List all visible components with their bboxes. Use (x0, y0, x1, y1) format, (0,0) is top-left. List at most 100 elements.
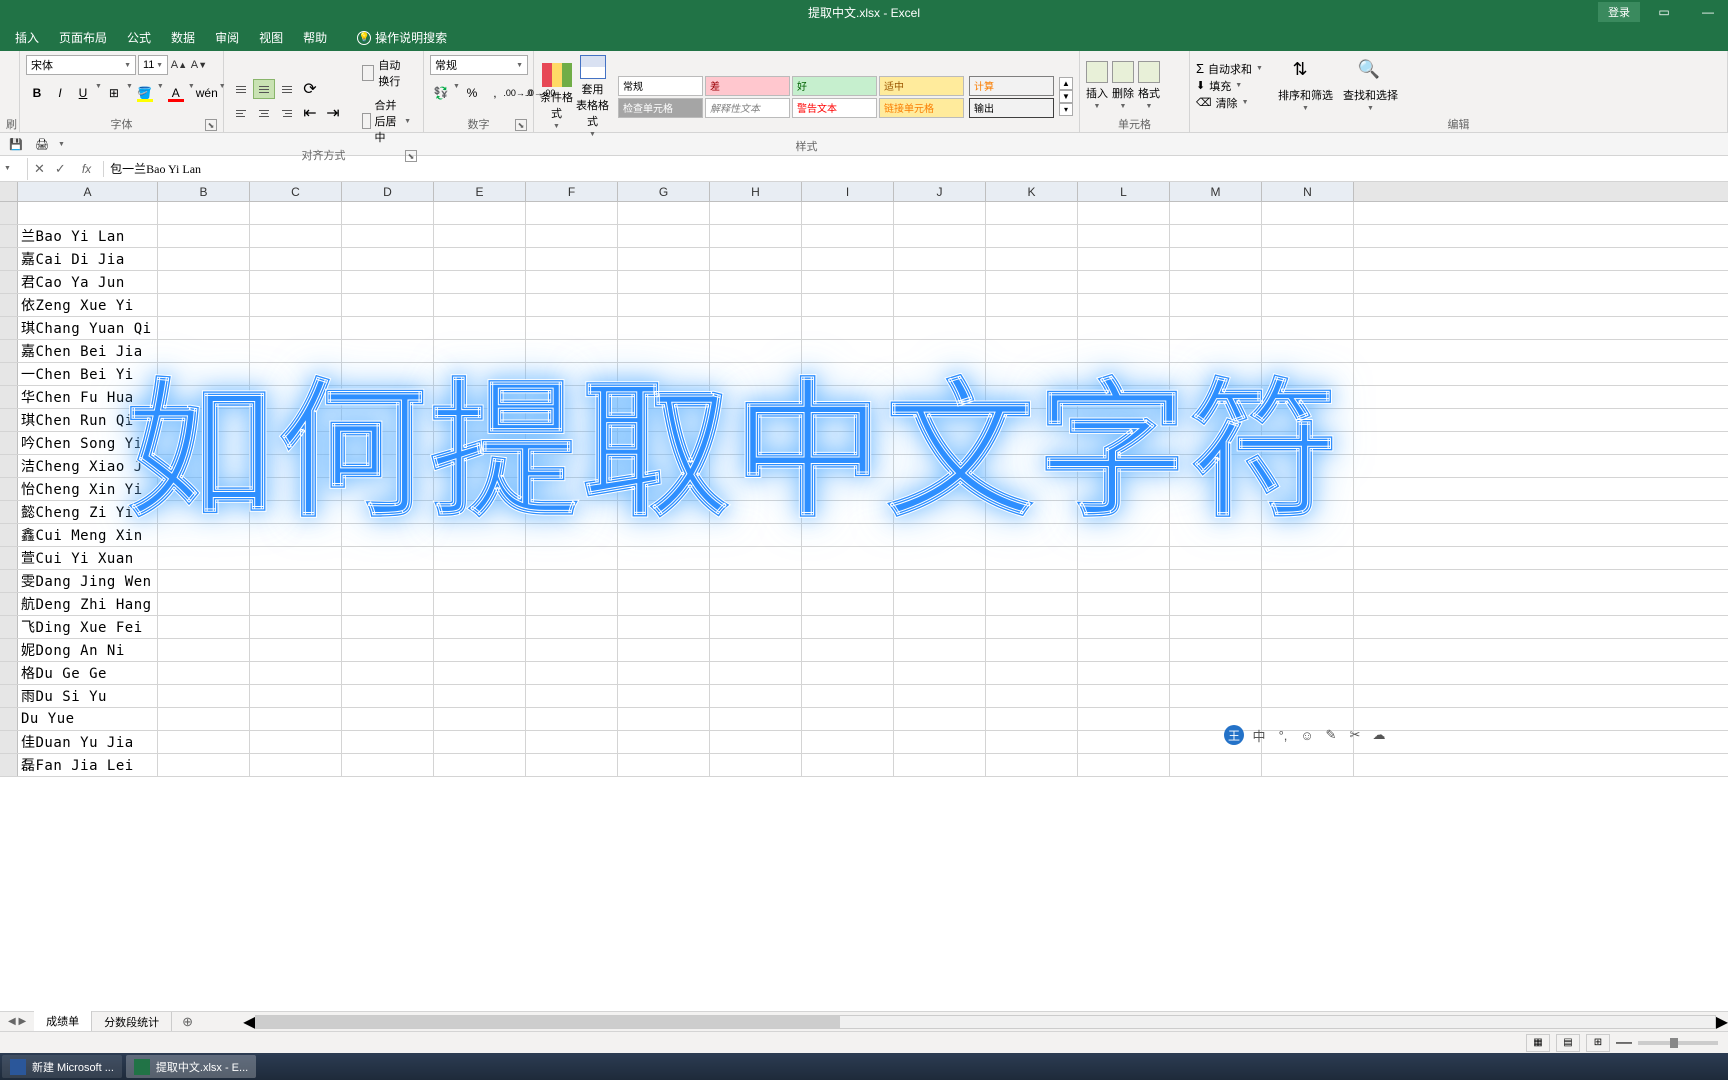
row-header[interactable] (0, 639, 18, 661)
ime-cloud-icon[interactable]: ☁ (1370, 726, 1388, 744)
cell[interactable] (986, 294, 1078, 316)
cell[interactable] (802, 754, 894, 776)
row-header[interactable] (0, 593, 18, 615)
cell[interactable]: 妮Dong An Ni (18, 639, 158, 661)
cell[interactable] (618, 685, 710, 707)
cell[interactable] (894, 271, 986, 293)
cell[interactable] (250, 754, 342, 776)
cell[interactable] (526, 708, 618, 730)
cell[interactable] (618, 248, 710, 270)
cell[interactable]: 航Deng Zhi Hang (18, 593, 158, 615)
cell[interactable] (1170, 294, 1262, 316)
col-header-d[interactable]: D (342, 182, 434, 201)
border-button[interactable]: ⊞ (103, 83, 125, 103)
cell[interactable] (618, 570, 710, 592)
style-normal[interactable]: 常规 (618, 76, 703, 96)
cell[interactable] (618, 593, 710, 615)
cell[interactable] (1170, 570, 1262, 592)
tab-page-layout[interactable]: 页面布局 (59, 29, 107, 46)
row-header[interactable] (0, 478, 18, 500)
cell[interactable]: 依Zeng Xue Yi (18, 294, 158, 316)
cell[interactable] (894, 754, 986, 776)
col-header-i[interactable]: I (802, 182, 894, 201)
cell[interactable] (434, 271, 526, 293)
cell[interactable]: 嘉Cai Di Jia (18, 248, 158, 270)
cell[interactable] (1078, 202, 1170, 224)
orientation-button[interactable]: ⟳ (299, 79, 321, 99)
cell[interactable] (802, 225, 894, 247)
cell[interactable] (894, 685, 986, 707)
cell[interactable]: 君Cao Ya Jun (18, 271, 158, 293)
grid-row[interactable]: 航Deng Zhi Hang (0, 593, 1728, 616)
cell[interactable] (1170, 662, 1262, 684)
cell[interactable] (1078, 271, 1170, 293)
grid-row[interactable]: 依Zeng Xue Yi (0, 294, 1728, 317)
cell[interactable] (986, 593, 1078, 615)
increase-indent-button[interactable]: ⇥ (322, 103, 344, 123)
zoom-out-button[interactable]: — (1616, 1034, 1632, 1052)
tell-me-search[interactable]: 💡 操作说明搜索 (357, 29, 447, 46)
row-header[interactable] (0, 271, 18, 293)
row-header[interactable] (0, 708, 18, 730)
login-button[interactable]: 登录 (1598, 2, 1640, 22)
grid-row[interactable]: 妮Dong An Ni (0, 639, 1728, 662)
delete-cells-button[interactable]: 删除▼ (1112, 61, 1134, 110)
fx-icon[interactable]: fx (76, 162, 97, 176)
name-box[interactable]: ▼ (0, 158, 28, 180)
cell[interactable] (894, 570, 986, 592)
col-header-l[interactable]: L (1078, 182, 1170, 201)
tab-view[interactable]: 视图 (259, 29, 283, 46)
ime-toolbar[interactable]: 王 中 °, ☺ ✎ ✂ ☁ (1224, 725, 1388, 745)
cell[interactable] (526, 731, 618, 753)
grid-row[interactable]: 磊Fan Jia Lei (0, 754, 1728, 777)
select-all-corner[interactable] (0, 182, 18, 201)
cell[interactable] (158, 248, 250, 270)
cell[interactable] (986, 570, 1078, 592)
cell[interactable] (158, 639, 250, 661)
cell[interactable] (342, 616, 434, 638)
cell[interactable] (894, 202, 986, 224)
cell[interactable] (526, 294, 618, 316)
add-sheet-button[interactable]: ⊕ (172, 1014, 203, 1030)
ime-lang-icon[interactable]: 中 (1250, 726, 1268, 744)
cell[interactable]: 飞Ding Xue Fei (18, 616, 158, 638)
qat-print-icon[interactable]: 🖨 (32, 135, 52, 153)
cell[interactable] (342, 731, 434, 753)
sheet-tab-2[interactable]: 分数段统计 (92, 1012, 172, 1032)
cell[interactable] (1170, 248, 1262, 270)
cell[interactable] (986, 731, 1078, 753)
row-header[interactable] (0, 685, 18, 707)
col-header-a[interactable]: A (18, 182, 158, 201)
increase-font-icon[interactable]: A▲ (170, 56, 188, 74)
cell[interactable] (526, 547, 618, 569)
cell[interactable] (618, 662, 710, 684)
cell[interactable] (250, 731, 342, 753)
cell[interactable] (802, 731, 894, 753)
align-middle-button[interactable] (253, 79, 275, 99)
row-header[interactable] (0, 340, 18, 362)
row-header[interactable] (0, 524, 18, 546)
ime-scissors-icon[interactable]: ✂ (1346, 726, 1364, 744)
cell[interactable] (618, 708, 710, 730)
cell[interactable] (250, 547, 342, 569)
cell[interactable] (802, 639, 894, 661)
col-header-m[interactable]: M (1170, 182, 1262, 201)
grid-row[interactable]: Du Yue (0, 708, 1728, 731)
ime-punct-icon[interactable]: °, (1274, 726, 1292, 744)
cell[interactable] (1078, 754, 1170, 776)
styles-gallery-scroll[interactable]: ▲▼▾ (1059, 77, 1073, 116)
cell[interactable] (618, 294, 710, 316)
cell[interactable] (1262, 662, 1354, 684)
cell[interactable] (1170, 616, 1262, 638)
cell[interactable] (434, 639, 526, 661)
cell[interactable] (802, 708, 894, 730)
cell[interactable] (802, 593, 894, 615)
cell[interactable] (894, 708, 986, 730)
cell[interactable] (250, 708, 342, 730)
align-bottom-button[interactable] (276, 79, 298, 99)
cell[interactable] (526, 639, 618, 661)
cell[interactable] (434, 754, 526, 776)
cell[interactable] (250, 294, 342, 316)
cell[interactable] (1170, 593, 1262, 615)
horizontal-scrollbar[interactable]: ◀▶ (243, 1012, 1728, 1032)
